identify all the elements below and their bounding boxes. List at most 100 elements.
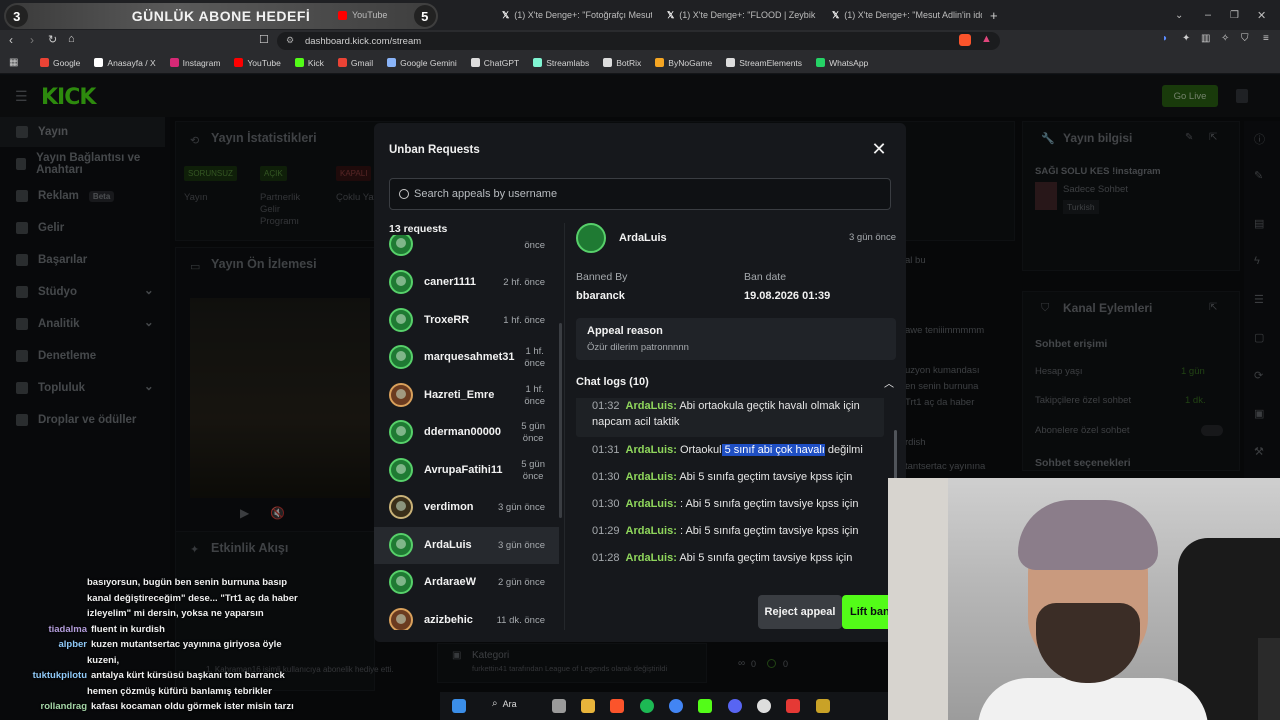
bookmark-item[interactable]: Google Gemini [387, 58, 457, 68]
bookmark-label: Google Gemini [400, 57, 457, 68]
brave-rewards-icon[interactable]: ▲ [981, 33, 992, 45]
maximize-icon[interactable]: ❐ [1230, 4, 1239, 26]
list-item[interactable]: caner1111 2 hf. önce [374, 264, 559, 301]
tab-x-3[interactable]: 𝕏 (1) X'te Denge+: "Mesut Adlin'in iddi [832, 4, 982, 26]
chat-text: kanal değiştireceğim" dese... "Trt1 aç d… [87, 592, 298, 604]
list-item[interactable]: AvrupaFatihi11 5 gün önce [374, 452, 559, 489]
chat-username: alpber [58, 639, 87, 650]
bookmark-item[interactable]: Instagram [169, 58, 220, 68]
log-text: değilmi [824, 444, 863, 456]
task-view-icon[interactable] [552, 699, 566, 713]
forward-icon[interactable]: › [30, 33, 34, 47]
home-icon[interactable]: ⌂ [68, 33, 75, 45]
brave-icon[interactable] [610, 699, 624, 713]
menu-icon[interactable]: ≡ [1263, 33, 1269, 44]
log-text: : Abi 5 sınıfa geçtim tavsiye kpss için [679, 525, 859, 537]
bookmark-item[interactable]: BotRix [603, 58, 641, 68]
close-icon[interactable]: ✕ [868, 138, 890, 160]
sidebar-toggle-icon[interactable]: ▥ [1201, 33, 1210, 44]
bookmark-item[interactable]: Gmail [337, 58, 373, 68]
log-time: 01:28 [592, 552, 620, 564]
chat-message: tiadalma fluent in kurdish [30, 623, 164, 637]
request-time: 11 dk. önce [496, 614, 545, 626]
reject-appeal-button[interactable]: Reject appeal [758, 595, 842, 629]
file-explorer-icon[interactable] [581, 699, 595, 713]
apps-grid-icon[interactable]: ▦ [9, 57, 18, 68]
close-window-icon[interactable]: ✕ [1257, 4, 1266, 26]
appeal-detail: ArdaLuis 3 gün önce Banned By bbaranck B… [576, 223, 898, 583]
bookmark-item[interactable]: ByNoGame [655, 58, 712, 68]
bookmark-item[interactable]: Kick [294, 58, 324, 68]
chat-logs-title[interactable]: Chat logs (10) [576, 376, 649, 388]
bookmark-icon [470, 58, 480, 67]
chevron-up-icon[interactable]: ︿ [884, 375, 894, 390]
bookmark-icon[interactable]: ☐ [259, 33, 269, 46]
request-time: 1 hf. önce [503, 314, 545, 326]
bookmark-item[interactable]: WhatsApp [816, 58, 868, 68]
bookmark-item[interactable]: StreamElements [726, 58, 802, 68]
chat-text: antalya kürt kürsüsü başkanı tom barranc… [91, 670, 285, 681]
webcam-hair [1018, 500, 1158, 570]
tab-x-1[interactable]: 𝕏 (1) X'te Denge+: "Fotoğrafçı Mesut A [502, 4, 652, 26]
url-field[interactable]: ⚙ dashboard.kick.com/stream [277, 32, 1000, 50]
request-username: verdimon [424, 501, 474, 513]
vpn-icon[interactable]: ⛉ [1241, 33, 1249, 44]
chrome-icon[interactable] [669, 699, 683, 713]
webcam-feed [888, 478, 1280, 720]
request-time: 2 gün önce [497, 577, 545, 588]
tab-label: (1) X'te Denge+: "Fotoğrafçı Mesut A [514, 10, 652, 20]
leo-icon[interactable]: ✧ [1221, 33, 1229, 44]
bookmark-icon [726, 58, 736, 67]
logs-scrollbar[interactable] [894, 430, 897, 480]
bookmark-item[interactable]: Anasayfa / X [94, 58, 156, 68]
start-icon[interactable] [452, 699, 466, 713]
bookmark-label: ChatGPT [483, 57, 520, 68]
log-text: : Abi 5 sınıfa geçtim tavsiye kpss için [679, 498, 859, 510]
tab-list-icon[interactable]: ⌄ [1175, 4, 1183, 26]
list-item[interactable]: dderman00000 5 gün önce [374, 414, 559, 451]
list-item[interactable]: marquesahmet31 1 hf. önce [374, 339, 559, 376]
log-text: Abi 5 sınıfa geçtim tavsiye kpss için [679, 471, 853, 483]
list-item[interactable]: önce [374, 235, 559, 264]
ban-date-value: 19.08.2026 01:39 [744, 290, 831, 302]
taskbar-search[interactable]: ⌕ Ara [492, 698, 517, 709]
bookmark-item[interactable]: Streamlabs [533, 58, 589, 68]
reload-icon[interactable]: ↻ [48, 33, 57, 46]
list-item[interactable]: TroxeRR 1 hf. önce [374, 302, 559, 339]
bookmark-item[interactable]: Google [40, 58, 80, 68]
pane-divider [564, 223, 565, 630]
kick-app-icon[interactable] [698, 699, 712, 713]
modal-title: Unban Requests [389, 144, 480, 156]
bookmark-label: Google [53, 57, 81, 68]
back-icon[interactable]: ‹ [9, 33, 13, 47]
new-tab-button[interactable]: + [990, 4, 998, 26]
discord-icon[interactable] [728, 699, 742, 713]
bookmark-icon [234, 58, 244, 67]
extension-icon[interactable]: ◗ [1162, 33, 1168, 44]
list-item[interactable]: Hazreti_Emre 1 hf. önce [374, 377, 559, 414]
spotify-icon[interactable] [640, 699, 654, 713]
brave-shield-icon[interactable] [959, 34, 971, 46]
chat-message: hemen çözmüş küfürü banlamış tebrikler [87, 685, 272, 699]
site-info-icon[interactable]: ⚙ [286, 35, 294, 46]
minimize-icon[interactable]: – [1205, 4, 1211, 26]
list-item[interactable]: azizbehic 11 dk. önce [374, 602, 559, 630]
list-item[interactable]: ArdaraeW 2 gün önce [374, 564, 559, 601]
list-scrollbar[interactable] [559, 323, 562, 518]
tab-x-2[interactable]: 𝕏 (1) X'te Denge+: "FLOOD | Zeybik ve [667, 4, 817, 26]
tab-youtube[interactable]: YouTube [338, 4, 408, 26]
app-icon[interactable] [816, 699, 830, 713]
extensions-icon[interactable]: ✦ [1182, 33, 1190, 44]
selected-text: 5 sınıf abi çok havalı [721, 444, 825, 456]
bookmark-item[interactable]: ChatGPT [470, 57, 520, 68]
chat-message: izleyelim" mi dersin, yoksa ne yaparsın [87, 607, 264, 621]
bookmark-label: Streamlabs [546, 57, 590, 68]
search-appeals-input[interactable]: Search appeals by username [389, 178, 891, 210]
app-icon[interactable] [786, 699, 800, 713]
log-time: 01:31 [592, 444, 620, 456]
bookmark-item[interactable]: YouTube [234, 58, 281, 68]
obs-icon[interactable] [757, 699, 771, 713]
list-item[interactable]: ArdaLuis 3 gün önce [374, 526, 559, 564]
log-username: ArdaLuis: [625, 444, 677, 456]
list-item[interactable]: verdimon 3 gün önce [374, 489, 559, 526]
